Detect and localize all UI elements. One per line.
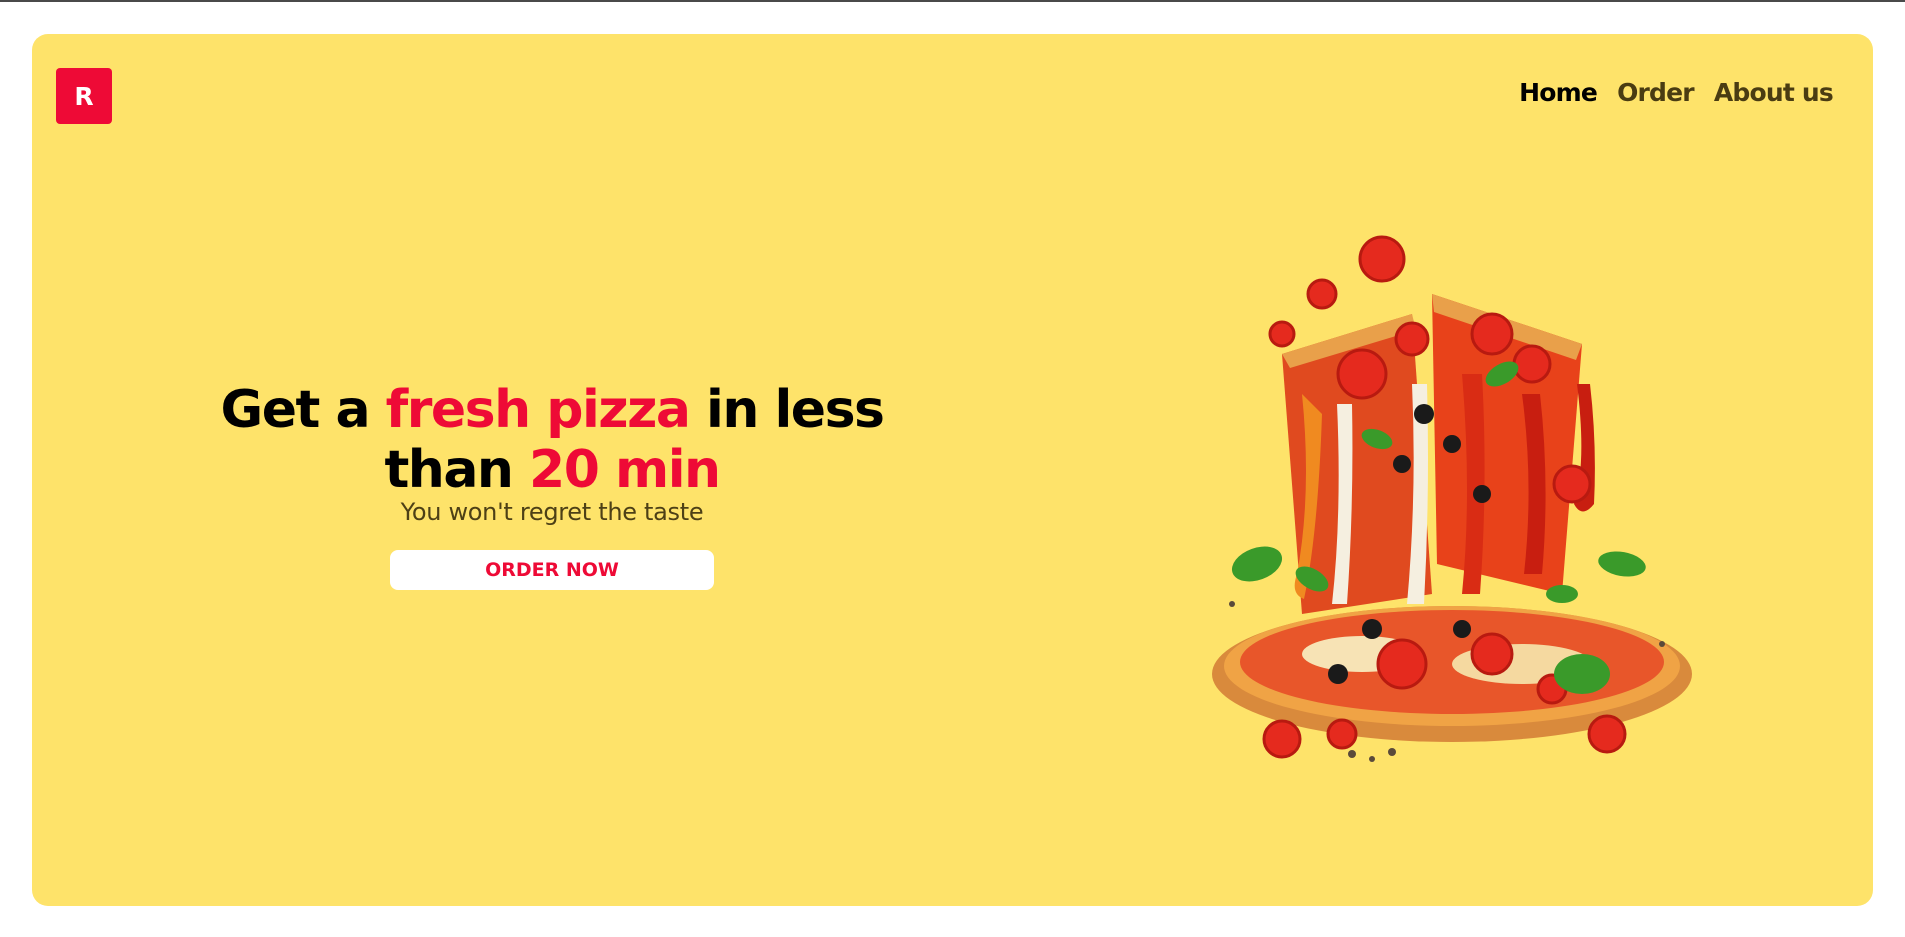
hero-content: Get a fresh pizza in less than 20 min Yo… (192, 380, 912, 590)
headline-part-1: Get a (220, 380, 386, 440)
window-top-border (0, 0, 1905, 2)
nav-item-home[interactable]: Home (1519, 78, 1598, 107)
pizza-image (1212, 235, 1692, 762)
brand-logo[interactable]: R (56, 68, 112, 124)
logo-letter: R (74, 81, 94, 111)
hero-subtitle: You won't regret the taste (400, 498, 704, 526)
hero-card: R Home Order About us Get a fresh pizza … (32, 34, 1873, 906)
hero-headline: Get a fresh pizza in less than 20 min (192, 380, 912, 500)
nav-item-about-us[interactable]: About us (1714, 78, 1834, 107)
main-nav: Home Order About us (1519, 78, 1834, 107)
nav-item-order[interactable]: Order (1617, 78, 1695, 107)
headline-accent-time: 20 min (529, 440, 721, 500)
order-now-button[interactable]: ORDER NOW (390, 550, 714, 590)
headline-accent-fresh-pizza: fresh pizza (385, 380, 691, 440)
